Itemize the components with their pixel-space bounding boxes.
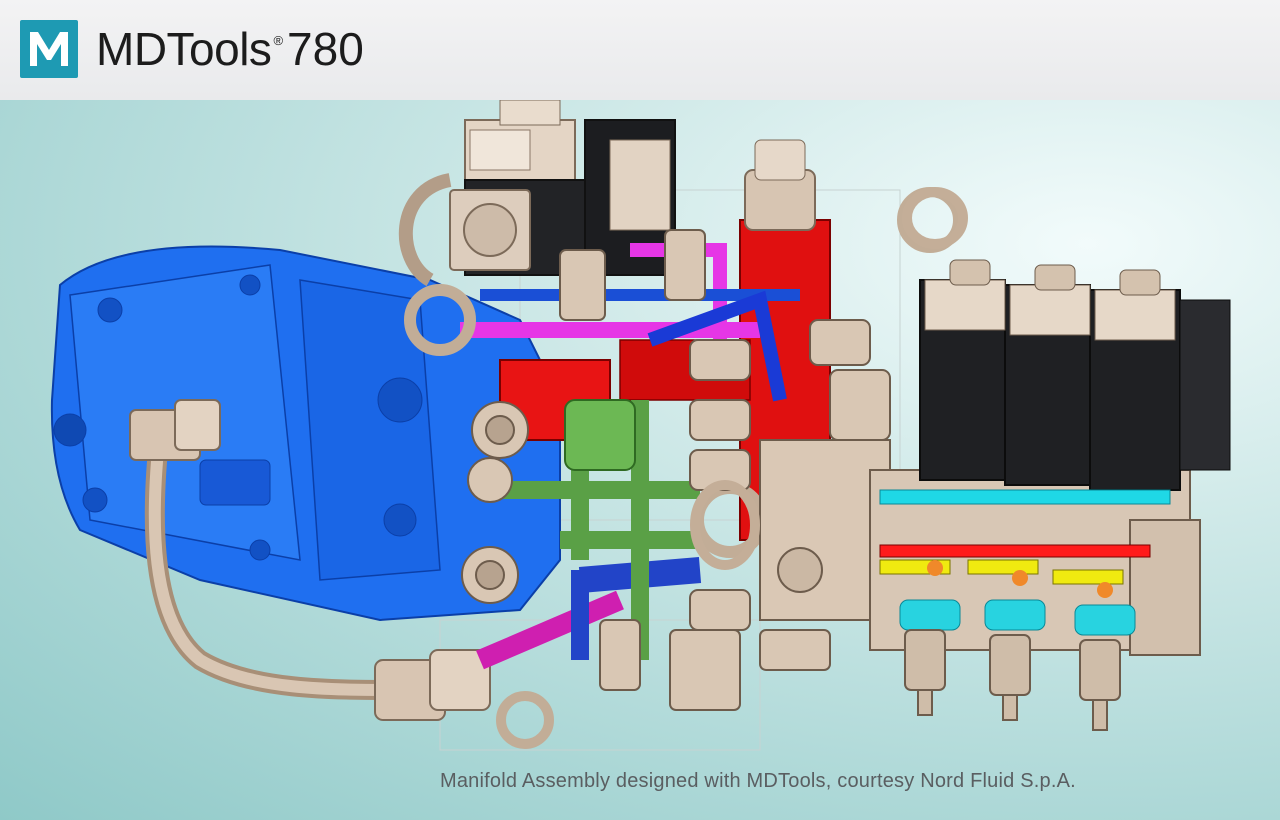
valve-bank: [869, 259, 1231, 656]
hero-image: [0, 100, 1280, 820]
brand-title[interactable]: MDTools ® 780: [96, 22, 364, 82]
brand-name: MDTools: [96, 23, 272, 75]
hero-caption: Manifold Assembly designed with MDTools,…: [440, 770, 1076, 792]
header-bar: MDTools ® 780: [0, 0, 1280, 100]
brand-version: 780: [287, 23, 364, 75]
valve-stems: [904, 629, 1121, 731]
registered-mark: ®: [273, 33, 284, 48]
mdtools-logo-icon[interactable]: [20, 20, 78, 78]
manifold-assembly-render: [50, 100, 1231, 751]
